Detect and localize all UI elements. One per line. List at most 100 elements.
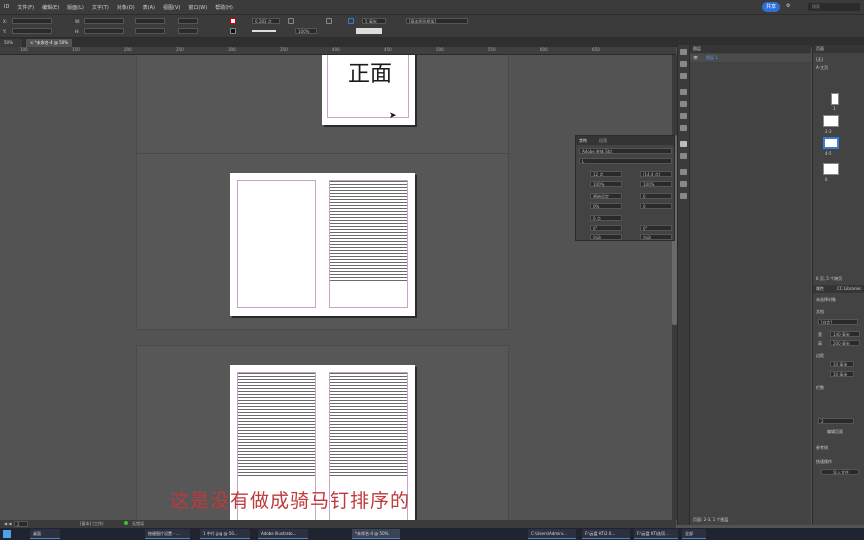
taskbar-item[interactable]: 桌面 — [30, 529, 60, 539]
a-master[interactable]: A-主页 — [816, 65, 828, 71]
page-thumb-1[interactable] — [831, 93, 839, 105]
baseline-shift-field[interactable]: 0 点 — [590, 215, 622, 221]
taskbar-item[interactable]: F:\云盘 KT\2.0... — [582, 529, 630, 539]
search-input[interactable]: 搜索 — [808, 3, 860, 11]
text-frame[interactable] — [238, 373, 315, 478]
y-field[interactable] — [12, 28, 52, 34]
effects-icon[interactable] — [680, 169, 687, 175]
menu-object[interactable]: 对象(O) — [113, 4, 139, 11]
import-file-button[interactable]: 导入文件 — [821, 469, 859, 475]
font-size-field[interactable]: 12 点 — [590, 171, 622, 177]
grid-field[interactable]: 0 — [640, 203, 672, 209]
vertical-scale-field[interactable]: 100% — [590, 181, 622, 187]
page-3[interactable] — [323, 173, 415, 316]
horizontal-ruler[interactable]: 100 150 200 250 300 350 400 450 500 550 … — [0, 47, 676, 55]
menu-table[interactable]: 表(A) — [139, 4, 159, 11]
paragraph-icon[interactable] — [680, 153, 687, 159]
taskbar-item[interactable]: 按键图片设置 - ... — [145, 529, 190, 539]
zoom-field[interactable]: 100% — [295, 28, 317, 34]
menu-app[interactable]: ID — [0, 4, 13, 10]
stroke-swatch-icon[interactable] — [230, 28, 236, 34]
none-master[interactable]: [无] — [816, 57, 823, 63]
kerning-field[interactable]: 原始设定 — [590, 193, 622, 199]
text-wrap-icon[interactable] — [680, 193, 687, 199]
layer-name[interactable]: 图层 1 — [706, 55, 718, 61]
document-canvas[interactable] — [0, 55, 672, 520]
margin-bottom-field[interactable]: 10 毫米 — [830, 371, 854, 377]
edit-page-button[interactable]: 编辑页面 — [827, 429, 843, 435]
taskbar-item[interactable]: C:\Users\Admini... — [528, 529, 576, 539]
menu-help[interactable]: 帮助(H) — [211, 4, 237, 11]
tab-character[interactable]: 字符 — [579, 138, 587, 144]
taskbar-item[interactable]: 全部 — [682, 529, 706, 539]
margin-top-field[interactable]: 10 毫米 — [830, 361, 854, 367]
stroke-type-icon[interactable] — [252, 30, 276, 32]
scale-x-field[interactable] — [135, 18, 165, 24]
text-frame[interactable] — [330, 373, 407, 478]
menu-edit[interactable]: 编辑(E) — [38, 4, 63, 11]
swatches-icon[interactable] — [680, 101, 687, 107]
columns-field[interactable]: 2 — [818, 418, 854, 424]
menu-layout[interactable]: 版面(L) — [63, 4, 88, 11]
menu-view[interactable]: 视图(V) — [159, 4, 184, 11]
menu-type[interactable]: 文字(T) — [88, 4, 113, 11]
color-icon[interactable] — [680, 113, 687, 119]
taskbar-item[interactable]: Adobe Illustrato... — [258, 529, 308, 539]
taskbar-item[interactable]: F:\云盘 KT\选项... — [634, 529, 678, 539]
font-style-field[interactable]: L — [579, 158, 672, 164]
hyperlinks-icon[interactable] — [680, 181, 687, 187]
page-2[interactable] — [230, 173, 323, 316]
rotation-field[interactable]: 0° — [640, 225, 672, 231]
align-icon[interactable] — [326, 18, 332, 24]
horizontal-scale-field[interactable]: 100% — [640, 181, 672, 187]
doc-tab-active[interactable]: × *未命名-4 @ 50% — [26, 39, 73, 47]
page-width-field[interactable]: 140 毫米 — [830, 331, 860, 337]
page-thumb-6[interactable] — [823, 163, 839, 175]
frame-icon[interactable] — [288, 18, 294, 24]
tab-properties[interactable]: 属性 — [816, 286, 824, 292]
rotate-field[interactable] — [178, 18, 198, 24]
start-icon[interactable] — [3, 530, 11, 538]
page-nav-icon[interactable]: ◀ ◀ — [4, 521, 11, 526]
front-text[interactable]: 正面 — [348, 56, 392, 88]
preflight-profile[interactable]: [基本] (工作) — [80, 521, 104, 527]
doc-tab-close-icon[interactable]: × — [30, 40, 33, 45]
auto-field-2[interactable]: 自动 — [640, 234, 672, 240]
eye-icon[interactable]: 👁 — [693, 55, 698, 60]
current-page-field[interactable]: 2 — [14, 521, 28, 527]
preset-dropdown[interactable]: [自定] — [818, 319, 858, 325]
tsume-field[interactable]: 0% — [590, 203, 622, 209]
shear-field[interactable] — [178, 28, 198, 34]
height-field[interactable] — [84, 28, 124, 34]
autofit-icon[interactable] — [348, 18, 354, 24]
page-thumb-2-3[interactable] — [823, 115, 839, 127]
zoom-level-tab[interactable]: 50% — [0, 39, 22, 47]
taskbar-item-active[interactable]: *未命名-4 @ 50% — [352, 529, 400, 539]
stroke-weight-field[interactable]: 0.283 点 — [252, 18, 280, 24]
layer-row[interactable]: 👁 图层 1 — [690, 54, 811, 62]
stroke-icon[interactable] — [680, 89, 687, 95]
character-icon[interactable] — [680, 141, 687, 147]
text-frame[interactable] — [330, 181, 407, 281]
object-style-dropdown[interactable]: [基本图形框架] — [406, 18, 468, 24]
gap-field[interactable]: 5 毫米 — [362, 18, 386, 24]
scale-y-field[interactable] — [135, 28, 165, 34]
x-field[interactable] — [12, 18, 52, 24]
fill-swatch-icon[interactable] — [230, 18, 236, 24]
links-icon[interactable] — [680, 73, 687, 79]
pages-icon[interactable] — [680, 49, 687, 55]
width-field[interactable] — [84, 18, 124, 24]
page-height-field[interactable]: 200 毫米 — [830, 340, 860, 346]
page-thumb-4-5[interactable] — [823, 137, 839, 149]
menu-file[interactable]: 文件(F) — [13, 4, 38, 11]
gradient-icon[interactable] — [680, 125, 687, 131]
taskbar-item[interactable]: 1 中片.jpg @ 50... — [200, 529, 250, 539]
layers-icon[interactable] — [680, 61, 687, 67]
skew-field[interactable]: 0° — [590, 225, 622, 231]
share-button[interactable]: 共享 — [762, 2, 780, 12]
tab-paragraph[interactable]: 段落 — [599, 138, 607, 144]
workspace-icon[interactable]: ⚙ — [786, 3, 790, 9]
tab-cc-libraries[interactable]: CC Libraries — [837, 286, 861, 291]
font-family-field[interactable]: Adobe 宋体 Std — [579, 148, 672, 154]
auto-field-1[interactable]: 自动 — [590, 234, 622, 240]
